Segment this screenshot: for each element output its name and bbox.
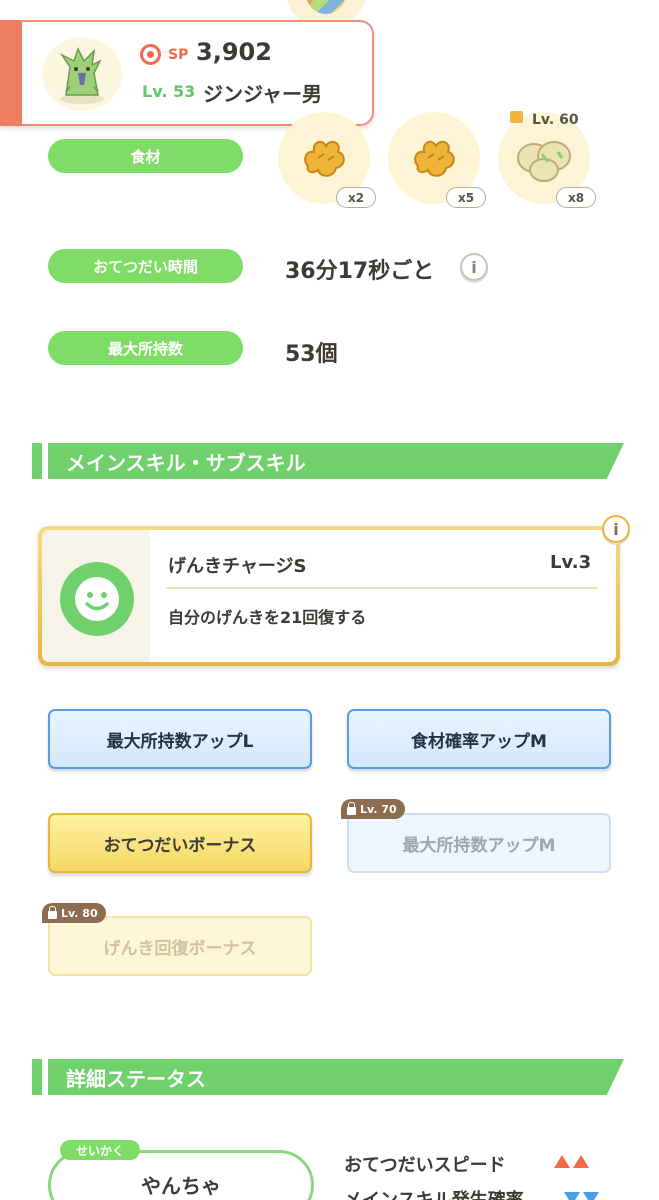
section-bar (32, 443, 42, 479)
ingredient-slot-2[interactable]: x5 (388, 112, 486, 208)
section-bar (32, 1059, 42, 1095)
sub-skill-4[interactable]: 最大所持数アップM (347, 813, 611, 873)
main-skill-name: げんきチャージS (168, 556, 307, 577)
ingredient-slot-1[interactable]: x2 (278, 112, 376, 208)
sub-skill-3[interactable]: おてつだいボーナス (48, 813, 312, 873)
main-skill-description: 自分のげんきを21回復する (168, 608, 367, 627)
pokeball-icon (140, 44, 161, 65)
stat-up-arrows (554, 1155, 589, 1168)
pokemon-level: Lv. 53 (142, 82, 196, 101)
sub-skill-unlock-level: Lv. 70 (360, 802, 397, 816)
ingredient-count: x2 (336, 187, 376, 208)
ginger-icon (414, 140, 455, 177)
stat-down-arrows (564, 1192, 599, 1200)
arrow-up-icon (573, 1155, 589, 1168)
divider (166, 587, 598, 589)
info-icon[interactable]: i (460, 253, 488, 281)
arrow-down-icon (583, 1192, 599, 1200)
lock-icon (347, 801, 356, 815)
stat-skill-chance: メインスキル発生確率 (344, 1186, 524, 1200)
nature-tag: せいかく (60, 1140, 140, 1160)
sub-skill-lock-tag: Lv. 70 (341, 799, 405, 819)
max-carry-value: 53個 (285, 342, 338, 367)
help-time-label: おてつだい時間 (48, 249, 243, 283)
pokemon-name: ジンジャー男 (203, 82, 322, 106)
sp-value: 3,902 (196, 38, 272, 66)
ingredients-label: 食材 (48, 139, 243, 173)
arrow-down-icon (564, 1192, 580, 1200)
lock-icon (48, 905, 57, 919)
sub-skill-lock-tag: Lv. 80 (42, 903, 106, 923)
ingredient-count: x8 (556, 187, 596, 208)
pokemon-avatar (42, 37, 122, 111)
help-time-value: 36分17秒ごと (285, 259, 435, 284)
lock-icon (510, 111, 523, 123)
skills-section-header: メインスキル・サブスキル (48, 443, 624, 479)
info-icon[interactable]: i (602, 515, 630, 543)
ingredient-unlock-level: Lv. 60 (532, 112, 579, 128)
details-section-header: 詳細ステータス (48, 1059, 624, 1095)
smiley-icon (60, 562, 134, 636)
sub-skill-5[interactable]: げんき回復ボーナス (48, 916, 312, 976)
sub-skill-unlock-level: Lv. 80 (61, 906, 98, 920)
arrow-up-icon (554, 1155, 570, 1168)
main-skill-card[interactable] (38, 526, 620, 666)
ingredient-count: x5 (446, 187, 486, 208)
max-carry-label: 最大所持数 (48, 331, 243, 365)
soybean-icon (517, 141, 571, 182)
stat-help-speed: おてつだいスピード (344, 1155, 506, 1176)
sub-skill-1[interactable]: 最大所持数アップL (48, 709, 312, 769)
main-skill-level: Lv.3 (550, 552, 592, 573)
sub-skill-2[interactable]: 食材確率アップM (347, 709, 611, 769)
card-accent-stripe (0, 20, 22, 126)
ginger-icon (304, 140, 345, 177)
sp-label: SP (168, 47, 189, 63)
nature-value: やんちゃ (141, 1174, 221, 1198)
